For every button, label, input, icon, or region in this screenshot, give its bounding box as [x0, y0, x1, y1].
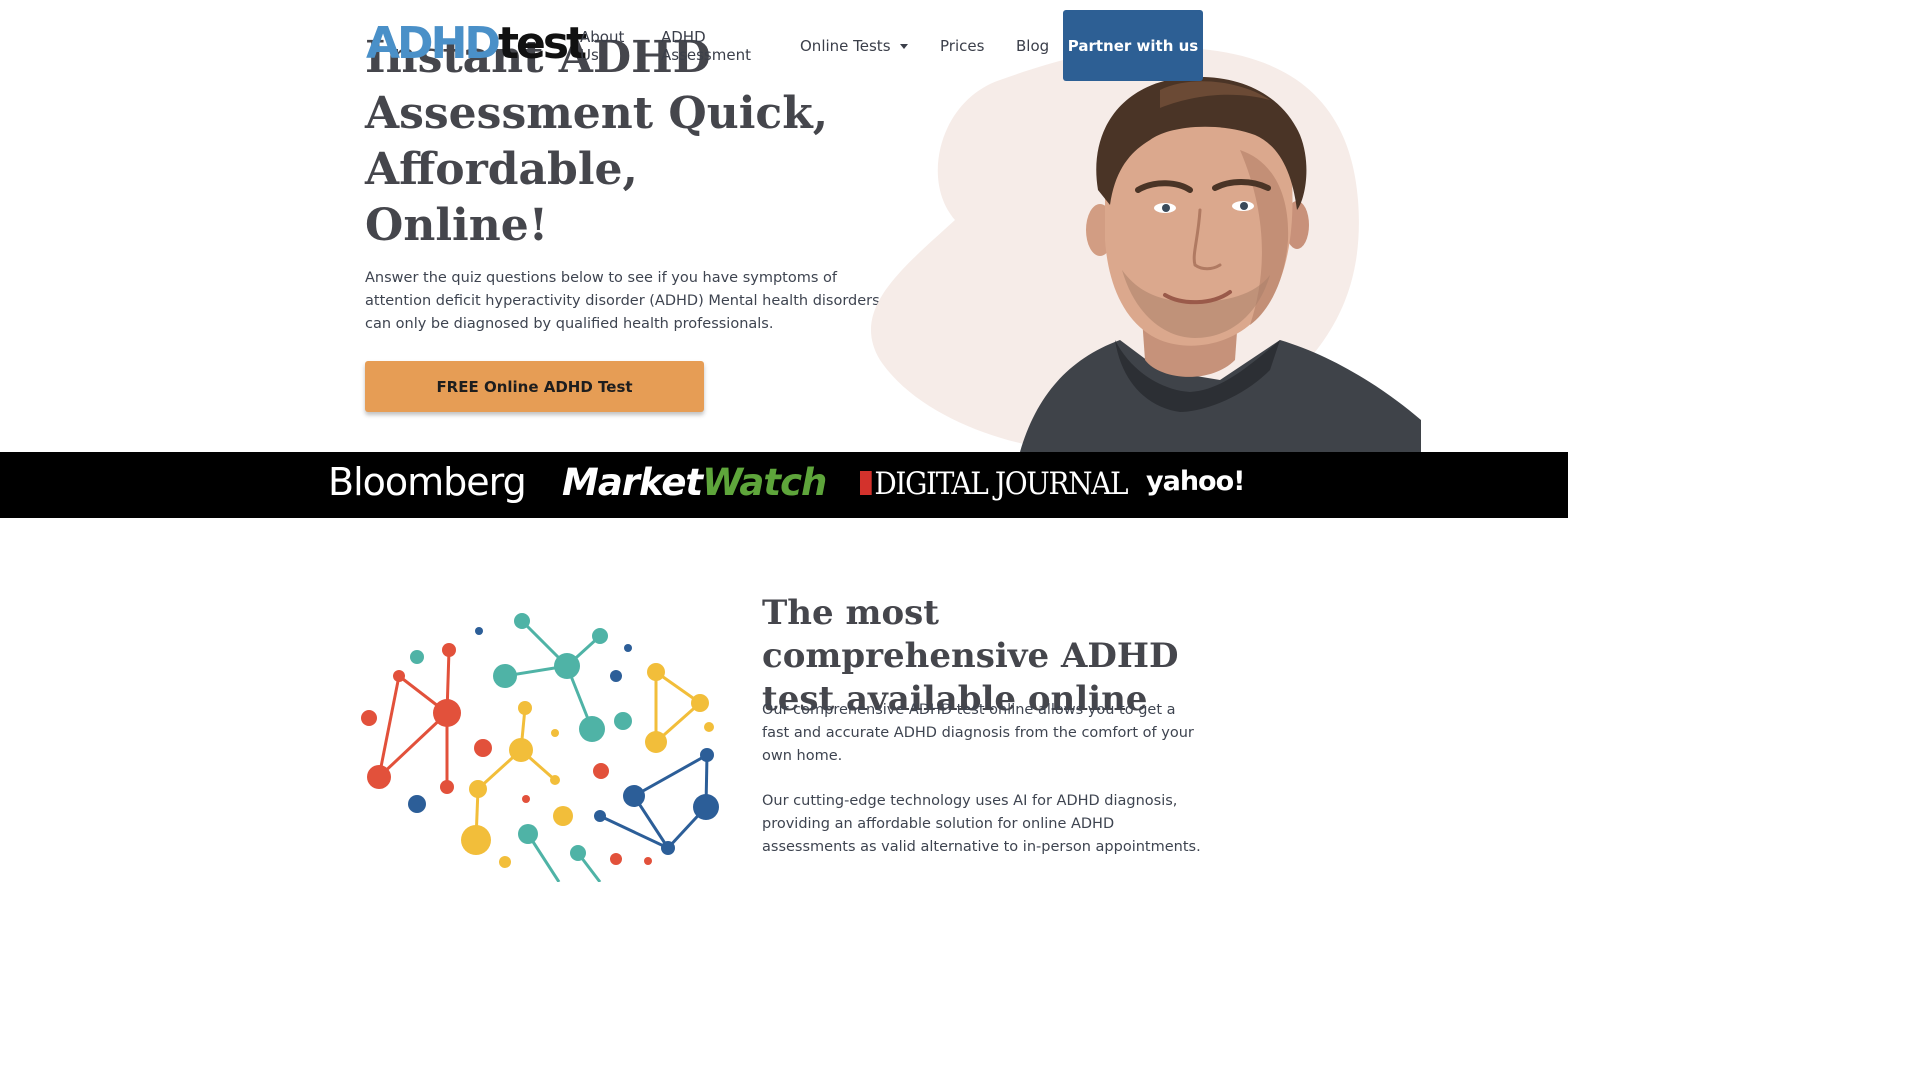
section-paragraph-2: Our cutting-edge technology uses AI for …: [762, 793, 1201, 855]
site-logo[interactable]: ADHD test: [366, 18, 587, 69]
free-online-adhd-test-button[interactable]: FREE Online ADHD Test: [365, 361, 704, 412]
marketwatch-logo-part1: Market: [562, 461, 703, 504]
nav-blog[interactable]: Blog: [1016, 37, 1049, 55]
partner-with-us-button[interactable]: Partner with us: [1063, 10, 1203, 81]
nav-prices[interactable]: Prices: [940, 37, 984, 55]
hero-description: Answer the quiz questions below to see i…: [365, 270, 880, 332]
caret-down-icon: [899, 44, 908, 49]
nav-online-tests-dropdown[interactable]: Online Tests: [800, 37, 908, 55]
nav-adhd-assessment[interactable]: ADHD Assessment: [661, 28, 771, 64]
press-logos-bar: Bloomberg MarketWatch DIGITAL JOURNAL ya…: [0, 452, 1568, 518]
section-paragraph-1: Our comprehensive ADHD test online allow…: [762, 702, 1194, 764]
hero-man-photo: [860, 40, 1421, 452]
logo-adhd-text: ADHD: [366, 18, 501, 69]
marketwatch-logo: MarketWatch: [562, 461, 827, 504]
network-illustration: [355, 605, 735, 883]
yahoo-logo: yahoo!: [1146, 466, 1245, 497]
nav-online-tests-label: Online Tests: [800, 37, 891, 55]
nav-about-us[interactable]: About Us: [580, 28, 640, 64]
digital-journal-logo: DIGITAL JOURNAL: [860, 466, 1128, 502]
digital-journal-logo-text: DIGITAL JOURNAL: [874, 466, 1128, 502]
marketwatch-logo-part2: Watch: [702, 461, 827, 504]
logo-test-text: test: [497, 18, 587, 69]
digital-journal-red-bar: [860, 471, 872, 495]
bloomberg-logo: Bloomberg: [328, 460, 527, 504]
